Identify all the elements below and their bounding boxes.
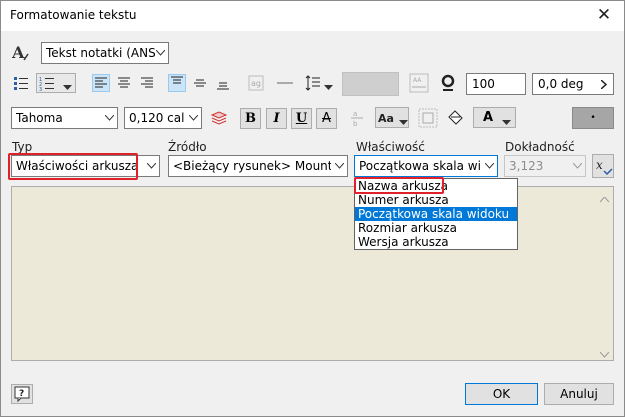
underline-label: U [295, 111, 308, 126]
text-fit-icon: ag [247, 74, 265, 92]
text-style-icon: A [11, 43, 32, 62]
svg-text:x: x [596, 158, 603, 172]
numbered-list-icon: 123 [39, 75, 55, 94]
source-combo[interactable]: <Bieżący rysunek> Mounting [168, 155, 348, 177]
align-bottom-icon[interactable] [214, 74, 232, 92]
text-color-button[interactable]: A [473, 107, 516, 128]
precision-label: Dokładność [505, 140, 575, 154]
underline-button[interactable]: U [291, 108, 312, 129]
property-combo[interactable]: Początkowa skala wido [354, 155, 498, 177]
close-icon[interactable]: ✕ [592, 4, 616, 26]
chevron-down-icon [569, 156, 585, 176]
property-option-sheet-number[interactable]: Numer arkusza [355, 193, 517, 207]
stack-icon: ab [348, 109, 366, 127]
align-middle-icon[interactable] [191, 74, 209, 92]
title-bar: Formatowanie tekstu ✕ [1, 1, 624, 31]
ok-button[interactable]: OK [465, 383, 538, 405]
layers-icon[interactable] [210, 109, 228, 127]
svg-text:?: ? [19, 389, 24, 399]
type-label: Typ [12, 140, 33, 154]
svg-text:ag: ag [251, 79, 261, 88]
rotation-value: 0,0 deg [538, 77, 584, 91]
chevron-down-icon [63, 80, 72, 94]
font-size-combo[interactable]: 0,120 cal [124, 107, 202, 129]
chevron-down-icon [143, 156, 159, 176]
rotation-icon [438, 73, 458, 93]
svg-text:3: 3 [39, 87, 42, 91]
property-option-initial-view-scale[interactable]: Początkowa skala widoku [355, 207, 517, 221]
align-left-icon[interactable] [92, 74, 110, 92]
symbol-icon [418, 108, 438, 128]
option-highlight-box [354, 177, 444, 194]
italic-button[interactable]: I [266, 108, 287, 129]
precision-combo: 3,123 [504, 155, 586, 177]
chevron-down-icon [399, 115, 408, 129]
ok-label: OK [492, 387, 511, 401]
font-value: Tahoma [16, 111, 63, 125]
help-button[interactable]: ? [11, 384, 33, 404]
svg-text:A: A [12, 44, 25, 62]
scroll-up-icon[interactable] [599, 192, 610, 206]
background-fill-icon[interactable] [445, 108, 465, 128]
svg-text:Aa: Aa [378, 112, 394, 125]
strikethrough-label: A [322, 111, 331, 126]
chevron-right-icon[interactable] [597, 78, 611, 90]
svg-text:b: b [353, 120, 358, 127]
text-style-combo[interactable]: Tekst notatki (ANS [41, 42, 169, 64]
chevron-down-icon [152, 43, 168, 63]
insert-parameter-icon: x [594, 157, 614, 180]
line-spacing-button[interactable] [304, 73, 336, 93]
property-label: Właściwość [356, 140, 425, 154]
cancel-label: Anuluj [560, 387, 598, 401]
chevron-down-icon [324, 80, 333, 94]
insert-parameter-button[interactable]: x [592, 154, 614, 178]
source-value: <Bieżący rysunek> Mounting [173, 159, 348, 173]
align-center-icon[interactable] [115, 74, 133, 92]
help-icon: ? [14, 386, 30, 405]
font-size-value: 0,120 cal [129, 111, 185, 125]
vertical-scrollbar[interactable] [596, 187, 613, 360]
bold-button[interactable]: B [240, 108, 261, 129]
dialog-window: Formatowanie tekstu ✕ A Tekst notatki (A… [0, 0, 625, 417]
precision-value: 3,123 [509, 159, 544, 173]
svg-text:AA: AA [413, 77, 422, 84]
window-title: Formatowanie tekstu [10, 8, 137, 22]
text-color-label: A [483, 110, 494, 125]
chevron-down-icon [185, 108, 201, 128]
chevron-down-icon [481, 156, 497, 176]
strikethrough-button[interactable]: A [316, 108, 337, 129]
italic-label: I [273, 111, 280, 126]
type-highlight-box [8, 153, 138, 180]
property-value: Początkowa skala wido [359, 159, 496, 173]
font-combo[interactable]: Tahoma [11, 107, 118, 129]
chevron-down-icon [502, 115, 511, 129]
symbol-insert-button[interactable]: • [572, 107, 614, 129]
align-top-icon[interactable] [168, 74, 186, 92]
dot-icon: • [590, 113, 596, 123]
bullet-list-icon[interactable] [12, 74, 30, 92]
chevron-down-icon [331, 156, 347, 176]
scroll-down-icon[interactable] [599, 347, 610, 361]
align-right-icon[interactable] [138, 74, 156, 92]
svg-text:a: a [353, 110, 357, 118]
text-style-value: Tekst notatki (ANS [46, 46, 156, 60]
source-label: Źródło [168, 140, 207, 154]
line-spacing-value [342, 72, 399, 96]
rotation-input[interactable]: 0,0 deg [532, 73, 614, 95]
text-editor-area[interactable] [11, 186, 614, 361]
chevron-down-icon [101, 108, 117, 128]
numbered-list-button[interactable]: 123 [36, 73, 76, 93]
stretch-input[interactable]: 100 [466, 73, 526, 95]
bold-label: B [245, 111, 256, 126]
stretch-value: 100 [472, 77, 495, 91]
line-icon [276, 74, 294, 92]
line-spacing-icon [305, 75, 321, 94]
property-option-sheet-size[interactable]: Rozmiar arkusza [355, 221, 517, 235]
property-option-sheet-revision[interactable]: Wersja arkusza [355, 235, 517, 249]
case-icon: Aa [378, 109, 398, 130]
case-button[interactable]: Aa [375, 107, 409, 128]
stretch-icon: AA [409, 73, 429, 93]
cancel-button[interactable]: Anuluj [544, 383, 614, 405]
